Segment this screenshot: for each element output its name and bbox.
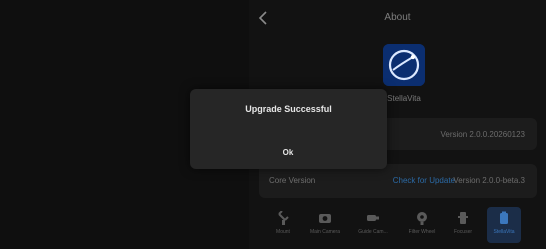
nav-item-guide-camera[interactable]: Guide Cam... [353,207,393,243]
filter-wheel-icon [415,211,429,225]
core-version-label: Core Version [269,176,316,185]
telescope-icon [276,211,290,225]
camera-icon [318,211,332,225]
guide-camera-icon [366,211,380,225]
nav-item-mount[interactable]: Mount [267,207,299,243]
upgrade-success-dialog: Upgrade Successful Ok [190,89,387,169]
stellavita-icon [497,211,511,225]
page-title: About [384,12,411,23]
nav-item-main-camera[interactable]: Main Camera [305,207,345,243]
nav-item-filter-wheel[interactable]: Filter Wheel [403,207,441,243]
core-version-row: Core Version Check for Update Version 2.… [259,164,537,198]
core-version-value: Version 2.0.0-beta.3 [453,176,525,185]
stellavita-logo-icon [383,44,425,86]
header: About [249,0,546,38]
ok-button[interactable]: Ok [263,145,313,161]
dialog-title: Upgrade Successful [245,104,332,114]
focuser-icon [456,211,470,225]
nav-item-stellavita[interactable]: StellaVita [487,207,521,243]
nav-item-focuser[interactable]: Focuser [447,207,479,243]
app-version: Version 2.0.0.20260123 [440,130,525,139]
bottom-nav: Mount Main Camera Guide Cam... Filter Wh… [259,207,544,245]
check-update-link[interactable]: Check for Update [393,176,455,185]
